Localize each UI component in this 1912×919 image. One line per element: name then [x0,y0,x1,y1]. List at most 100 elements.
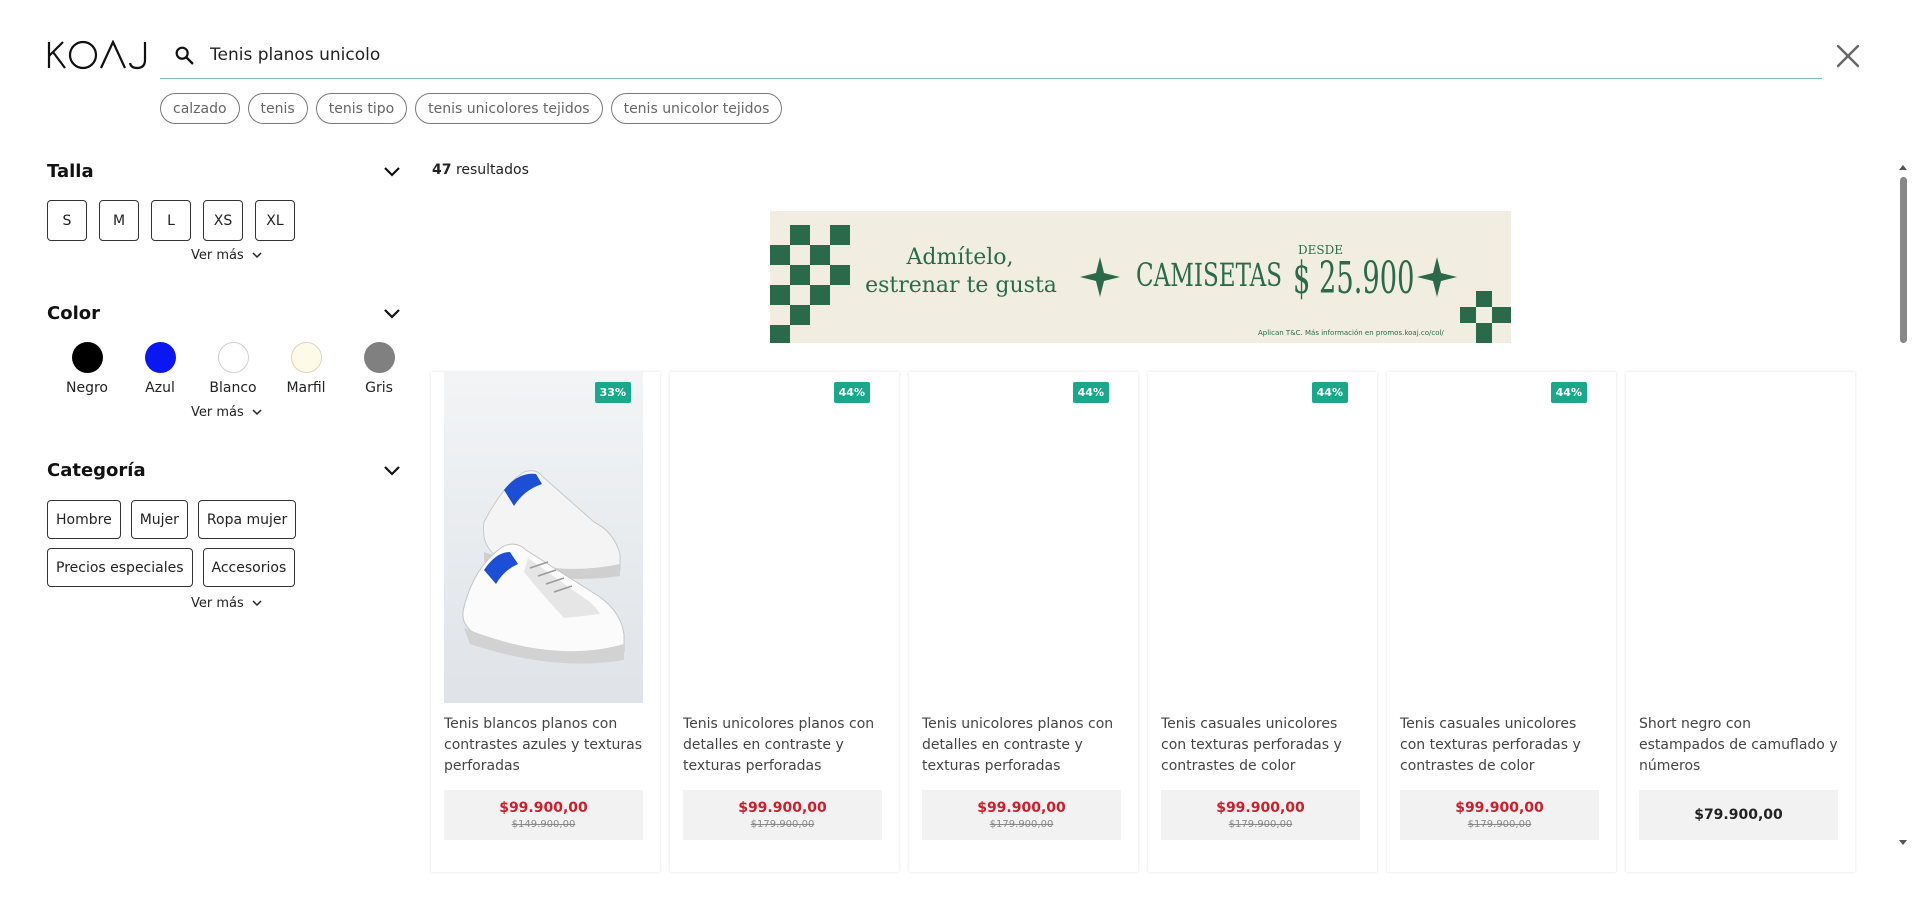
product-title[interactable]: Tenis casuales unicolores con texturas p… [1400,714,1599,777]
discount-badge: 44% [1550,382,1587,403]
product-grid: 33% Tenis blancos planos con contrastes … [431,372,1855,872]
product-old-price: $179.900,00 [1228,819,1293,830]
color-options: Negro Azul Blanco Marfil Gris [55,342,411,396]
filter-title-size[interactable]: Talla [47,161,94,182]
product-title[interactable]: Tenis unicolores planos con detalles en … [683,714,882,777]
ver-mas-label: Ver más [191,248,244,263]
search-input[interactable] [210,40,1810,70]
category-option-hombre[interactable]: Hombre [47,500,121,539]
chevron-down-icon [252,252,262,259]
product-title[interactable]: Tenis casuales unicolores con texturas p… [1161,714,1360,777]
product-image[interactable]: 44% [1161,372,1360,703]
product-card[interactable]: 44% Tenis casuales unicolores con textur… [1387,372,1616,872]
suggestion-chip[interactable]: calzado [160,93,240,124]
scroll-down-arrow[interactable] [1898,839,1908,847]
color-label: Negro [66,380,108,396]
chevron-down-icon[interactable] [382,165,402,179]
product-price: $79.900,00 [1694,807,1783,823]
scrollbar-thumb[interactable] [1900,177,1907,343]
product-title[interactable]: Short negro con estampados de camuflado … [1639,714,1838,777]
size-ver-mas-link[interactable]: Ver más [191,248,262,263]
close-icon[interactable] [1835,43,1861,69]
color-option-azul[interactable]: Azul [128,342,192,396]
promo-banner[interactable]: Admítelo, estrenar te gusta CAMISETAS DE… [770,211,1511,343]
filter-title-color[interactable]: Color [47,303,100,324]
result-count-number: 47 [432,162,452,178]
ver-mas-label: Ver más [191,405,244,420]
suggestion-chip[interactable]: tenis tipo [315,93,408,124]
product-image[interactable]: 44% [922,372,1121,703]
price-box: $99.900,00 $179.900,00 [683,790,882,840]
size-option-xs[interactable]: XS [203,200,243,241]
discount-badge: 44% [1311,382,1348,403]
color-swatch [290,342,322,373]
ver-mas-label: Ver más [191,596,244,611]
size-option-l[interactable]: L [151,200,191,241]
color-option-negro[interactable]: Negro [55,342,119,396]
banner-product: CAMISETAS [1136,256,1283,294]
size-option-xl[interactable]: XL [255,200,295,241]
banner-line-2: estrenar te gusta [865,273,1057,298]
color-option-marfil[interactable]: Marfil [274,342,338,396]
price-box: $99.900,00 $149.900,00 [444,790,643,840]
product-price: $99.900,00 [977,800,1066,816]
chevron-down-icon [252,409,262,416]
category-option-precios-especiales[interactable]: Precios especiales [47,548,193,587]
color-ver-mas-link[interactable]: Ver más [191,405,262,420]
size-options: S M L XS XL [47,200,295,241]
discount-badge: 33% [594,382,631,403]
chevron-down-icon[interactable] [382,464,402,478]
result-count: 47 resultados [432,162,529,178]
product-image[interactable] [1639,372,1838,703]
koaj-logo-mark [47,39,147,70]
suggestion-chip[interactable]: tenis unicolor tejidos [610,93,783,124]
product-price: $99.900,00 [1455,800,1544,816]
product-card[interactable]: 44% Tenis unicolores planos con detalles… [670,372,899,872]
category-ver-mas-link[interactable]: Ver más [191,596,262,611]
product-title[interactable]: Tenis unicolores planos con detalles en … [922,714,1121,777]
discount-badge: 44% [833,382,870,403]
product-price: $99.900,00 [738,800,827,816]
suggestion-chip[interactable]: tenis unicolores tejidos [415,93,603,124]
banner-price: $ 25.900 [1293,253,1415,304]
result-count-label: resultados [455,162,529,178]
price-box: $79.900,00 [1639,790,1838,840]
price-box: $99.900,00 $179.900,00 [1400,790,1599,840]
product-image[interactable]: 44% [683,372,882,703]
banner-disclaimer: Aplican T&C. Más información en promos.k… [1258,329,1444,337]
category-options-row-1: Hombre Mujer Ropa mujer [47,500,297,539]
category-option-accesorios[interactable]: Accesorios [202,548,296,587]
product-image[interactable]: 33% [444,372,643,703]
chevron-down-icon [252,600,262,607]
color-option-blanco[interactable]: Blanco [201,342,265,396]
search-icon[interactable] [173,44,195,66]
color-label: Gris [365,380,393,396]
product-title[interactable]: Tenis blancos planos con contrastes azul… [444,714,643,777]
product-image[interactable]: 44% [1400,372,1599,703]
product-card[interactable]: 44% Tenis casuales unicolores con textur… [1148,372,1377,872]
color-option-gris[interactable]: Gris [347,342,411,396]
chevron-down-icon[interactable] [382,307,402,321]
koaj-logo[interactable] [47,39,151,70]
product-old-price: $179.900,00 [750,819,815,830]
size-option-m[interactable]: M [99,200,139,241]
filter-title-category[interactable]: Categoría [47,460,146,481]
product-card[interactable]: 33% Tenis blancos planos con contrastes … [431,372,660,872]
category-option-mujer[interactable]: Mujer [130,500,188,539]
product-old-price: $149.900,00 [511,819,576,830]
color-swatch [363,342,395,373]
category-option-ropa-mujer[interactable]: Ropa mujer [197,500,297,539]
color-swatch [217,342,249,373]
color-label: Blanco [209,380,257,396]
product-card[interactable]: 44% Tenis unicolores planos con detalles… [909,372,1138,872]
size-option-s[interactable]: S [47,200,87,241]
scroll-up-arrow[interactable] [1898,163,1908,171]
product-old-price: $179.900,00 [1467,819,1532,830]
color-label: Marfil [286,380,326,396]
product-card[interactable]: Short negro con estampados de camuflado … [1626,372,1855,872]
product-price: $99.900,00 [499,800,588,816]
sneaker-photo [444,372,643,703]
banner-line-1: Admítelo, [906,245,1014,270]
suggestion-chip[interactable]: tenis [247,93,308,124]
search-underline [160,78,1822,79]
